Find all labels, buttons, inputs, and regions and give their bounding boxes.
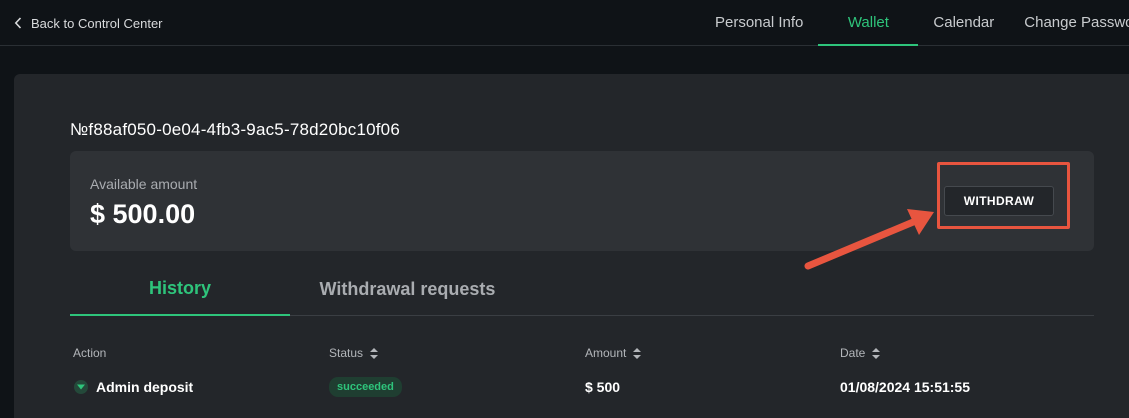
sort-icon[interactable] [370, 347, 379, 359]
available-amount-value: $ 500.00 [90, 199, 196, 229]
column-header-amount-label: Amount [585, 346, 627, 360]
tab-change-password[interactable]: Change Passwo [1009, 0, 1129, 46]
status-badge: succeeded [329, 377, 402, 397]
table-row[interactable]: Admin deposit succeeded $ 500 01/08/2024… [70, 374, 1094, 402]
action-label: Admin deposit [96, 379, 194, 395]
history-tabs: History Withdrawal requests [70, 262, 1094, 316]
column-header-status-label: Status [329, 346, 364, 360]
column-header-action-label: Action [73, 346, 107, 360]
available-amount-label: Available amount [90, 176, 198, 192]
column-header-date[interactable]: Date [840, 346, 881, 360]
sort-icon[interactable] [872, 347, 881, 359]
column-header-status[interactable]: Status [329, 346, 379, 360]
back-link-label: Back to Control Center [31, 15, 163, 31]
column-header-action: Action [73, 346, 106, 360]
tab-withdrawal-requests[interactable]: Withdrawal requests [290, 262, 525, 316]
column-header-date-label: Date [840, 346, 866, 360]
tab-calendar[interactable]: Calendar [918, 0, 1009, 46]
action-cell: Admin deposit [74, 374, 193, 400]
column-header-amount[interactable]: Amount [585, 346, 642, 360]
chevron-left-icon [14, 17, 22, 29]
tab-personal-info[interactable]: Personal Info [700, 0, 818, 46]
amount-cell: $ 500 [585, 379, 621, 395]
balance-card: Available amount $ 500.00 WITHDRAW [70, 151, 1094, 251]
sort-icon[interactable] [633, 347, 642, 359]
wallet-id: №f88af050-0e04-4fb3-9ac5-78d20bc10f06 [70, 120, 400, 139]
profile-tabs: Personal Info Wallet Calendar Change Pas… [700, 0, 1129, 46]
chevron-down-icon[interactable] [74, 380, 88, 394]
tab-wallet[interactable]: Wallet [818, 0, 919, 46]
date-cell: 01/08/2024 15:51:55 [840, 379, 970, 395]
status-cell: succeeded [329, 374, 402, 400]
withdraw-button[interactable]: WITHDRAW [944, 186, 1054, 216]
back-to-control-center-link[interactable]: Back to Control Center [14, 14, 163, 32]
top-navigation: Back to Control Center Personal Info Wal… [0, 0, 1129, 46]
tab-history[interactable]: History [70, 262, 290, 316]
